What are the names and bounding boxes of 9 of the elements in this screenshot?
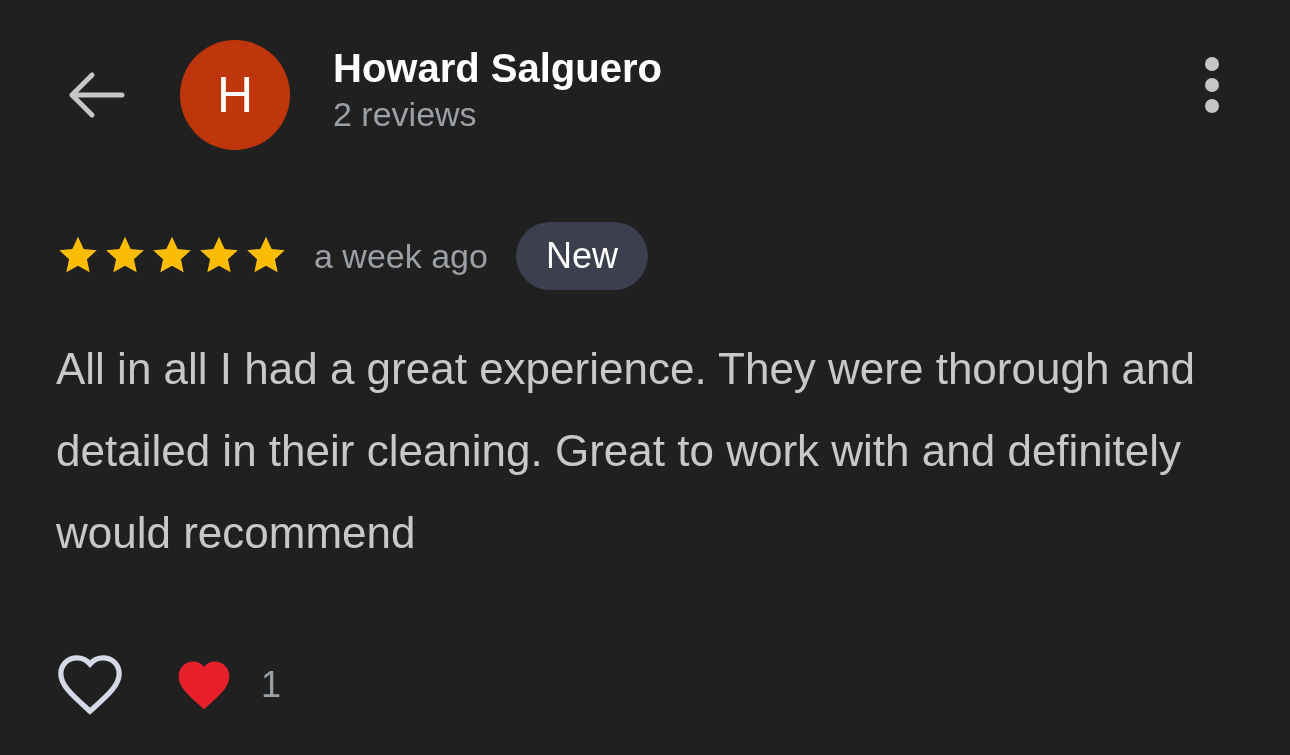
avatar: H xyxy=(180,40,290,150)
reaction-count: 1 xyxy=(261,663,282,707)
more-options-icon[interactable] xyxy=(1204,56,1220,114)
review-time: a week ago xyxy=(314,235,488,277)
review-count: 2 reviews xyxy=(333,94,478,135)
review-text: All in all I had a great experience. They were thorough and detailed in their cleaning. Great to work with and definitely would recommend xyxy=(55,343,1196,559)
heart-icon[interactable] xyxy=(55,654,125,716)
reviewer-name[interactable]: Howard Salguero xyxy=(333,44,662,92)
new-badge: New xyxy=(515,222,648,290)
